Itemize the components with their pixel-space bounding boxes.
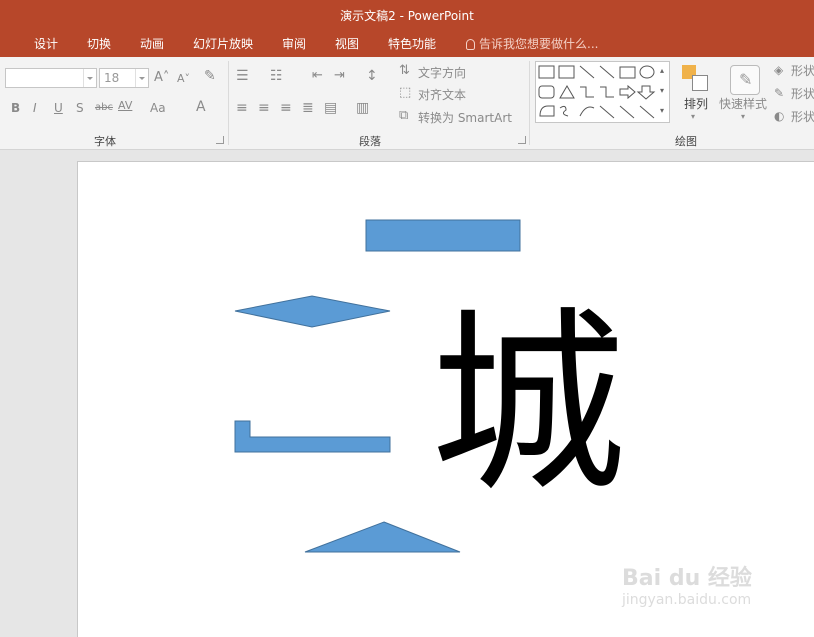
rectangle-shape[interactable] [365, 219, 521, 252]
slide-shapes-layer [234, 219, 521, 553]
watermark-url: jingyan.baidu.com [622, 592, 752, 608]
half-frame-shape[interactable] [234, 420, 391, 453]
slide-text-character[interactable]: 城 [430, 300, 626, 510]
watermark-brand: Bai du 经验 [622, 566, 752, 591]
triangle-shape[interactable] [304, 521, 461, 553]
diamond-shape[interactable] [234, 295, 391, 328]
baidu-watermark: Bai du 经验 jingyan.baidu.com [622, 560, 752, 608]
